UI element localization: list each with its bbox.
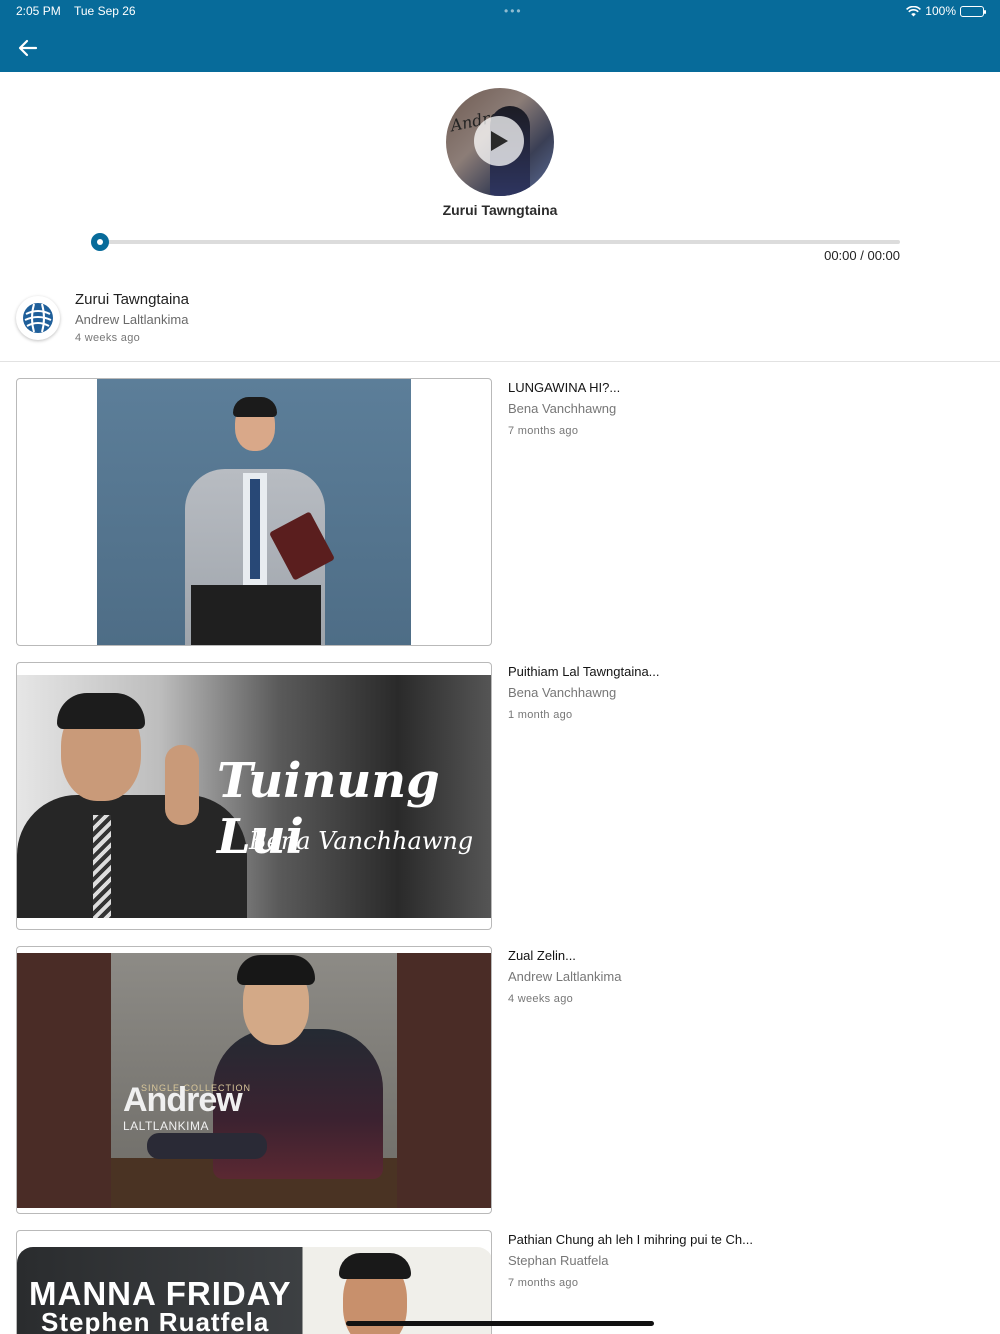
- status-bar: 2:05 PM Tue Sep 26 ••• 100%: [16, 4, 986, 20]
- video-info: Puithiam Lal Tawngtaina... Bena Vanchhaw…: [508, 664, 660, 721]
- now-playing-author: Andrew Laltlankima: [75, 312, 189, 327]
- time-readout: 00:00 / 00:00: [824, 248, 900, 263]
- video-info: LUNGAWINA HI?... Bena Vanchhawng 7 month…: [508, 380, 620, 437]
- wifi-icon: [906, 5, 922, 16]
- list-item[interactable]: Tuinung Lui Bena Vanchhawng Puithiam Lal…: [0, 662, 1000, 930]
- list-item[interactable]: LUNGAWINA HI?... Bena Vanchhawng 7 month…: [0, 378, 1000, 646]
- video-title[interactable]: Pathian Chung ah leh I mihring pui te Ch…: [508, 1232, 753, 1247]
- channel-logo: [16, 296, 60, 340]
- thumbnail-image: Tuinung Lui Bena Vanchhawng: [17, 675, 491, 918]
- video-title[interactable]: Zual Zelin...: [508, 948, 621, 963]
- status-right: 100%: [906, 4, 986, 18]
- status-time: 2:05 PM: [16, 4, 61, 18]
- globe-logo-icon: [23, 303, 53, 333]
- thumbnail-title-text: Andrew: [123, 1081, 243, 1119]
- list-item[interactable]: MANNA FRIDAY Stephen Ruatfela Pathian Ch…: [0, 1230, 1000, 1334]
- video-title[interactable]: LUNGAWINA HI?...: [508, 380, 620, 395]
- thumbnail-subtitle-text: LALTLANKIMA: [123, 1119, 209, 1133]
- video-author: Stephan Ruatfela: [508, 1253, 609, 1268]
- thumbnail-image: [97, 379, 411, 645]
- video-thumbnail[interactable]: SINGLE COLLECTION Andrew LALTLANKIMA: [16, 946, 492, 1214]
- audio-player: Andrew Zurui Tawngtaina 00:00 / 00:00: [0, 72, 1000, 272]
- video-time-ago: 7 months ago: [508, 425, 579, 437]
- status-date: Tue Sep 26: [74, 4, 136, 18]
- album-cover: Andrew: [446, 88, 554, 196]
- play-icon: [491, 131, 508, 151]
- list-item[interactable]: SINGLE COLLECTION Andrew LALTLANKIMA Zua…: [0, 946, 1000, 1214]
- video-info: Zual Zelin... Andrew Laltlankima 4 weeks…: [508, 948, 621, 1005]
- battery-percent: 100%: [925, 4, 956, 18]
- thumbnail-image: SINGLE COLLECTION Andrew LALTLANKIMA: [17, 953, 491, 1208]
- video-time-ago: 7 months ago: [508, 1277, 579, 1289]
- video-author: Andrew Laltlankima: [508, 969, 622, 984]
- back-button[interactable]: [14, 34, 42, 62]
- now-playing-time-ago: 4 weeks ago: [75, 332, 141, 344]
- video-time-ago: 1 month ago: [508, 709, 573, 721]
- video-thumbnail[interactable]: [16, 378, 492, 646]
- video-thumbnail[interactable]: MANNA FRIDAY Stephen Ruatfela: [16, 1230, 492, 1334]
- progress-track[interactable]: [100, 240, 900, 244]
- battery-icon: [960, 5, 986, 17]
- video-info: Pathian Chung ah leh I mihring pui te Ch…: [508, 1232, 753, 1289]
- player-title: Zurui Tawngtaina: [442, 202, 558, 218]
- video-time-ago: 4 weeks ago: [508, 993, 574, 1005]
- play-button[interactable]: [474, 116, 524, 166]
- video-author: Bena Vanchhawng: [508, 401, 617, 416]
- app-header: 2:05 PM Tue Sep 26 ••• 100%: [0, 0, 1000, 72]
- thumbnail-subtitle-text: Stephen Ruatfela: [41, 1307, 270, 1334]
- now-playing-title: Zurui Tawngtaina: [75, 291, 189, 308]
- home-indicator[interactable]: [346, 1321, 654, 1326]
- thumbnail-subtitle-text: Bena Vanchhawng: [249, 827, 474, 855]
- video-title[interactable]: Puithiam Lal Tawngtaina...: [508, 664, 660, 679]
- video-author: Bena Vanchhawng: [508, 685, 617, 700]
- progress-slider-handle[interactable]: [91, 233, 109, 251]
- multitasking-dots-icon[interactable]: •••: [504, 4, 523, 18]
- arrow-left-icon: [18, 39, 38, 57]
- now-playing-info: Zurui Tawngtaina Andrew Laltlankima 4 we…: [0, 280, 1000, 362]
- video-thumbnail[interactable]: Tuinung Lui Bena Vanchhawng: [16, 662, 492, 930]
